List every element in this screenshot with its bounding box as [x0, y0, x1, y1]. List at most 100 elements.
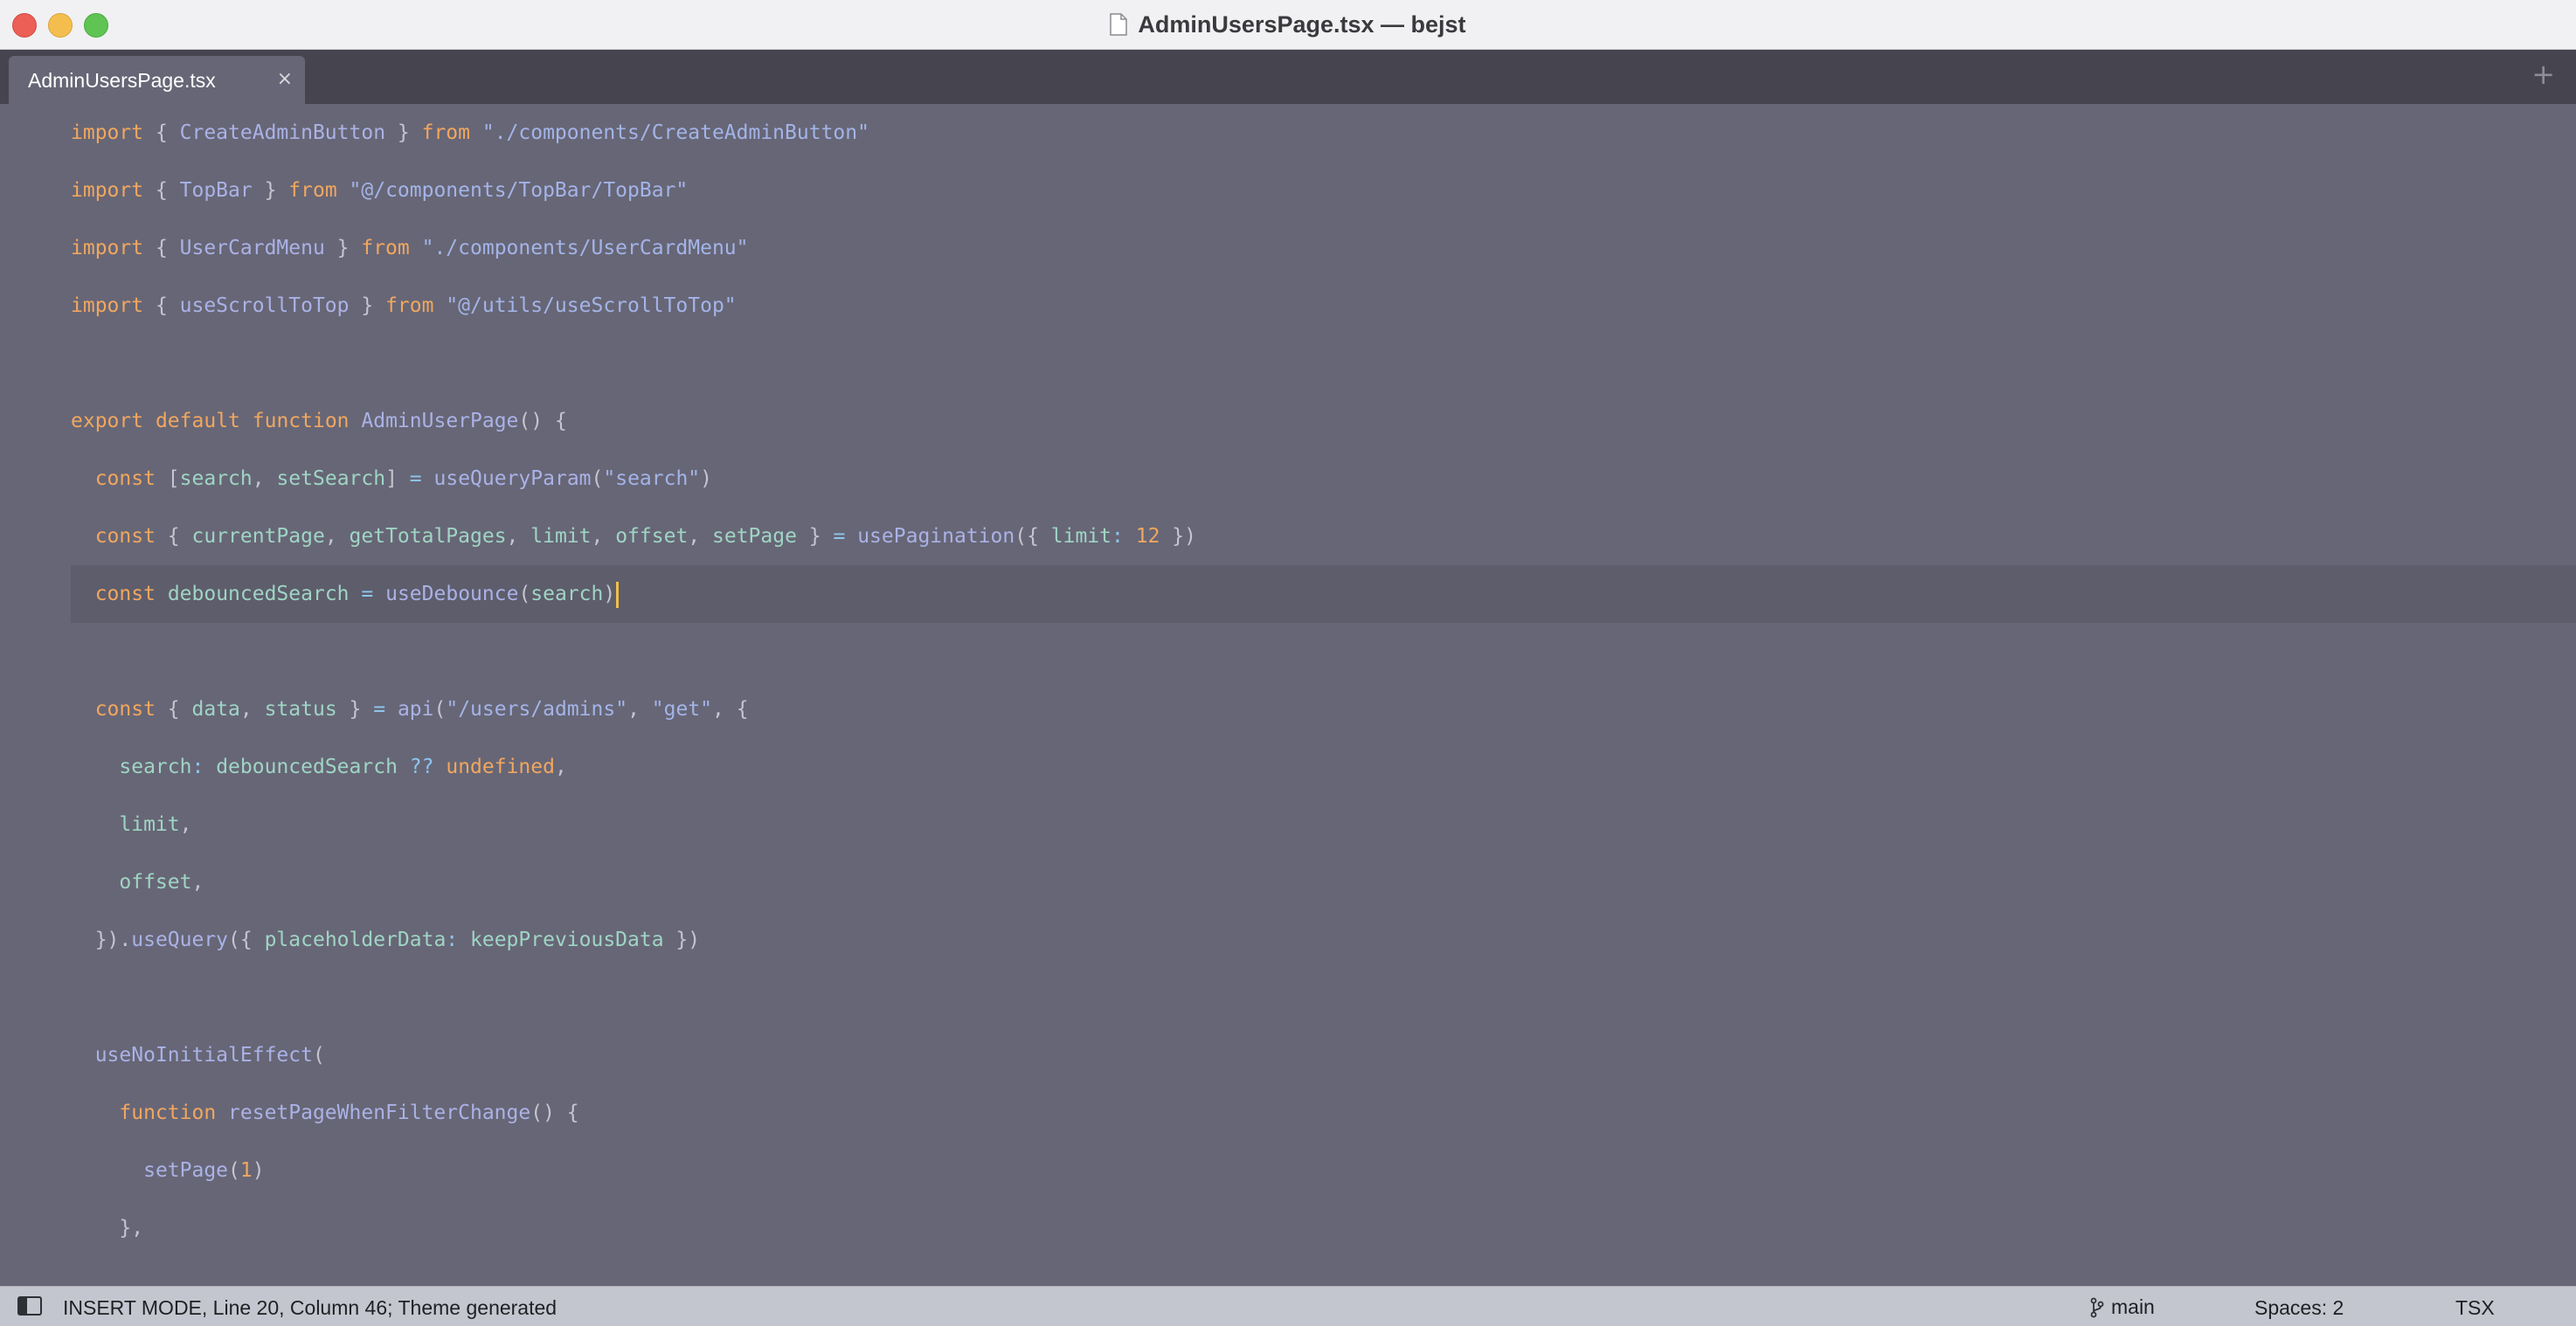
code-token: ({	[228, 929, 265, 951]
code-token: default	[155, 410, 240, 432]
code-line[interactable]: function resetPageWhenFilterChange() {	[0, 1084, 2576, 1142]
code-token: useQueryParam	[433, 467, 592, 490]
code-token: UserCardMenu	[179, 237, 325, 259]
code-token: () {	[518, 410, 567, 432]
code-line[interactable]	[0, 335, 2576, 392]
code-token: "/users/admins"	[446, 698, 628, 721]
code-line[interactable]: useNoInitialEffect(	[0, 1026, 2576, 1084]
code-token: {	[143, 294, 180, 317]
code-line[interactable]: },	[0, 1199, 2576, 1257]
syntax-selector[interactable]: TSX	[2455, 1296, 2495, 1320]
code-token: )	[700, 467, 713, 490]
code-token: )	[603, 583, 616, 605]
code-token: })	[663, 929, 701, 951]
code-line[interactable]: offset,	[0, 853, 2576, 911]
code-token: {	[155, 525, 192, 548]
code-token: usePagination	[857, 525, 1015, 548]
code-token: :	[191, 756, 204, 778]
code-token: "@/components/TopBar/TopBar"	[349, 179, 689, 202]
code-line-text: const { currentPage, getTotalPages, limi…	[71, 508, 1196, 565]
code-line-text: setPage(1)	[71, 1142, 265, 1199]
code-token: import	[71, 237, 144, 259]
code-token: {	[155, 698, 192, 721]
code-token: (	[433, 698, 447, 721]
code-line[interactable]: const [search, setSearch] = useQueryPara…	[0, 450, 2576, 508]
code-token: from	[288, 179, 337, 202]
code-token: (	[518, 583, 531, 605]
code-line[interactable]: const { currentPage, getTotalPages, limi…	[0, 508, 2576, 565]
text-cursor	[616, 581, 620, 608]
code-line-text: import { TopBar } from "@/components/Top…	[71, 162, 688, 219]
code-line[interactable]: export default function AdminUserPage() …	[0, 392, 2576, 450]
tab-bar: AdminUsersPage.tsx × +	[0, 50, 2576, 104]
code-token: , {	[712, 698, 749, 721]
code-token: export	[71, 410, 144, 432]
code-token: ({	[1014, 525, 1051, 548]
code-line[interactable]: search: debouncedSearch ?? undefined,	[0, 738, 2576, 796]
code-line-text: },	[71, 1199, 143, 1257]
code-token: ,	[324, 525, 350, 548]
document-icon	[1110, 13, 1128, 36]
sidebar-toggle-icon[interactable]	[17, 1296, 42, 1316]
code-token: (	[312, 1044, 325, 1067]
tab-label: AdminUsersPage.tsx	[28, 69, 216, 92]
code-token: {	[143, 237, 180, 259]
code-editor[interactable]: import { CreateAdminButton } from "./com…	[0, 104, 2576, 1286]
code-line[interactable]: const { data, status } = api("/users/adm…	[0, 680, 2576, 738]
code-token: search	[179, 467, 253, 490]
code-line[interactable]: import { useScrollToTop } from "@/utils/…	[0, 277, 2576, 335]
code-token: }).	[71, 929, 132, 951]
code-line[interactable]	[0, 969, 2576, 1026]
code-line-text: useNoInitialEffect(	[71, 1026, 325, 1084]
code-token: offset	[119, 871, 192, 894]
code-token: from	[421, 121, 470, 144]
code-line[interactable]	[0, 623, 2576, 680]
code-token: from	[385, 294, 434, 317]
tab-adminuserspage[interactable]: AdminUsersPage.tsx ×	[9, 56, 305, 104]
code-token: offset	[615, 525, 689, 548]
code-line[interactable]: import { UserCardMenu } from "./componen…	[0, 219, 2576, 277]
code-token: (	[228, 1159, 240, 1182]
tab-close-icon[interactable]: ×	[277, 67, 293, 92]
branch-name: main	[2111, 1295, 2155, 1318]
code-line[interactable]: import { TopBar } from "@/components/Top…	[0, 162, 2576, 219]
code-token: }	[349, 294, 386, 317]
code-token: "@/utils/useScrollToTop"	[446, 294, 737, 317]
code-line-text: search: debouncedSearch ?? undefined,	[71, 738, 566, 796]
code-line[interactable]: setPage(1)	[0, 1142, 2576, 1199]
code-token: ??	[409, 756, 434, 778]
code-token: ,	[252, 467, 277, 490]
code-token: ]	[385, 467, 410, 490]
title-bar: AdminUsersPage.tsx — bejst	[0, 0, 2576, 50]
code-line[interactable]: const debouncedSearch = useDebounce(sear…	[0, 565, 2576, 623]
code-line[interactable]: }).useQuery({ placeholderData: keepPrevi…	[0, 911, 2576, 969]
code-token: ,	[191, 871, 204, 894]
code-line-text: limit,	[71, 796, 191, 853]
indentation-setting[interactable]: Spaces: 2	[2254, 1296, 2344, 1320]
git-branch-indicator[interactable]: main	[2090, 1295, 2155, 1319]
code-token: useScrollToTop	[179, 294, 350, 317]
code-line-text: offset,	[71, 853, 204, 911]
code-token: const	[94, 467, 156, 490]
code-token: keepPreviousData	[470, 929, 664, 951]
code-token: resetPageWhenFilterChange	[228, 1102, 531, 1124]
code-line[interactable]: limit,	[0, 796, 2576, 853]
code-line[interactable]: import { CreateAdminButton } from "./com…	[0, 104, 2576, 162]
code-token: },	[71, 1217, 144, 1240]
code-token: ,	[506, 525, 531, 548]
code-token: CreateAdminButton	[179, 121, 386, 144]
code-token: }	[385, 121, 422, 144]
code-token: limit	[119, 813, 180, 836]
new-tab-plus-icon[interactable]: +	[2531, 60, 2555, 88]
code-line-text: }).useQuery({ placeholderData: keepPrevi…	[71, 911, 700, 969]
code-token: import	[71, 121, 144, 144]
